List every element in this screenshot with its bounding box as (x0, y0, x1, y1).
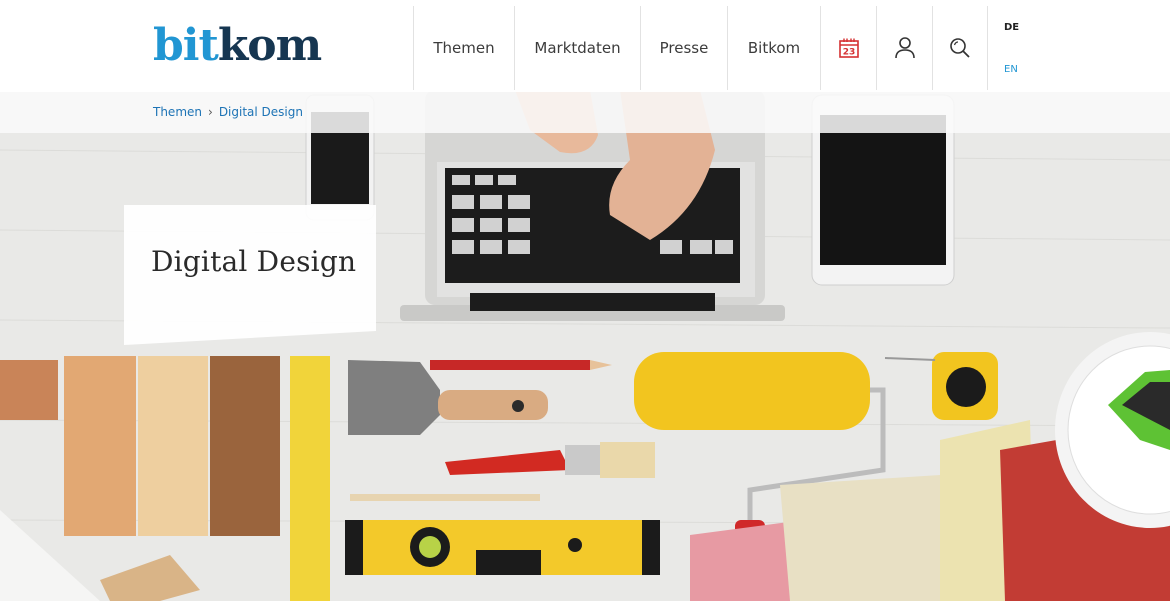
search-icon (950, 38, 970, 58)
hero-title-card: Digital Design (124, 205, 376, 345)
breadcrumb-item-themen[interactable]: Themen (153, 105, 202, 119)
wood-swatches (0, 356, 280, 536)
breadcrumb-separator: › (208, 105, 213, 119)
nav-item-bitkom[interactable]: Bitkom (727, 6, 820, 90)
hero-illustration (0, 90, 1170, 601)
calendar-button[interactable]: 23 (820, 6, 876, 90)
logo-part-bit: bit (153, 20, 219, 71)
language-de[interactable]: DE (1004, 22, 1019, 33)
spatula-image (348, 360, 548, 435)
logo-part-kom: kom (217, 20, 322, 71)
page-title: Digital Design (151, 245, 357, 278)
nav-item-marktdaten[interactable]: Marktdaten (514, 6, 640, 90)
calendar-day: 23 (842, 48, 855, 58)
language-en[interactable]: EN (1004, 64, 1018, 75)
user-icon (894, 37, 915, 59)
hero-image (0, 90, 1170, 601)
search-button[interactable] (932, 6, 988, 90)
breadcrumb-item-current[interactable]: Digital Design (219, 105, 303, 119)
site-header: bitkom Themen Marktdaten Presse Bitkom 2… (0, 0, 1170, 92)
calendar-icon: 23 (838, 38, 859, 58)
nav-item-themen[interactable]: Themen (413, 6, 514, 90)
brush-image (445, 442, 655, 478)
spirit-level-image (345, 520, 660, 575)
bitkom-logo[interactable]: bitkom (153, 18, 322, 74)
folding-ruler (290, 356, 330, 601)
breadcrumb-bar: Themen › Digital Design (0, 90, 1170, 133)
main-nav: Themen Marktdaten Presse Bitkom 23 (413, 6, 988, 90)
nav-item-presse[interactable]: Presse (640, 6, 727, 90)
tape-measure-image (884, 352, 998, 420)
account-button[interactable] (876, 6, 932, 90)
wallpaper-brush (100, 555, 200, 601)
breadcrumb: Themen › Digital Design (153, 105, 303, 119)
